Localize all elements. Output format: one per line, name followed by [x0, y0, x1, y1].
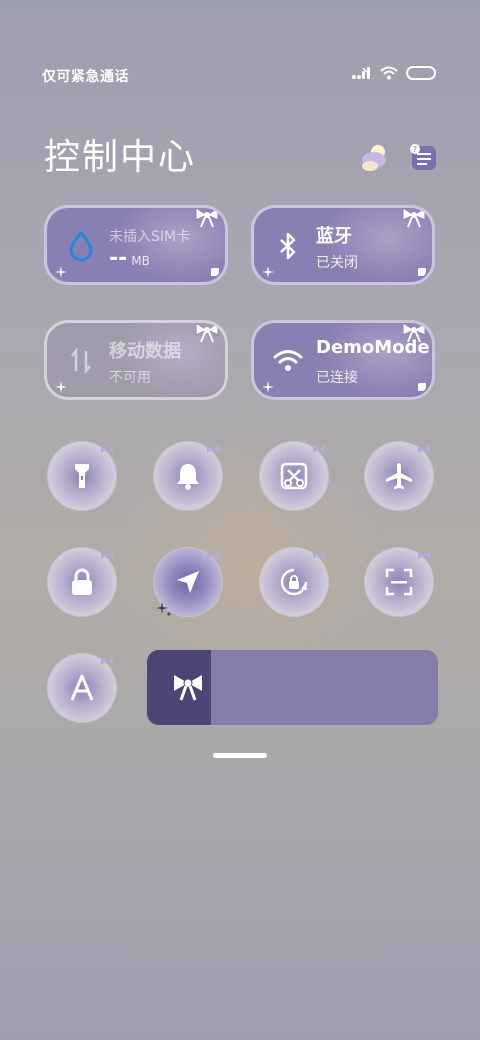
flashlight-toggle[interactable] — [48, 442, 116, 510]
mini-bow-icon — [207, 551, 219, 559]
airplane-icon — [386, 463, 412, 489]
bell-icon — [177, 464, 199, 490]
sparkle-icon — [262, 381, 274, 393]
scan-icon — [385, 568, 413, 596]
bell-toggle[interactable] — [154, 442, 222, 510]
screenshot-toggle[interactable] — [260, 442, 328, 510]
mini-bow-icon — [313, 551, 325, 559]
bluetooth-icon — [280, 232, 296, 260]
lock-icon — [72, 568, 92, 595]
mobile-data-tile[interactable]: 移动数据 不可用 — [44, 320, 228, 400]
mobile-data-status: 不可用 — [109, 370, 151, 386]
tile-corner-mark — [211, 268, 219, 276]
weather-cloud-icon[interactable] — [358, 140, 392, 174]
font-a-icon — [70, 674, 94, 701]
svg-text:?: ? — [413, 145, 417, 154]
bluetooth-tile[interactable]: 蓝牙 已关闭 — [251, 205, 435, 285]
mini-bow-icon — [207, 445, 219, 453]
wifi-status: 已连接 — [316, 370, 358, 386]
mini-bow-icon — [313, 445, 325, 453]
location-toggle[interactable] — [154, 548, 222, 617]
mini-bow-icon — [101, 445, 113, 453]
wifi-tile[interactable]: DemoMode 已连接 — [251, 320, 435, 400]
tile-corner-mark — [418, 383, 426, 391]
bluetooth-status: 已关闭 — [316, 255, 358, 271]
rotation-lock-icon — [280, 568, 308, 596]
mini-bow-icon — [418, 551, 430, 559]
settings-note-icon[interactable]: ? — [406, 140, 440, 174]
status-icons — [352, 66, 436, 80]
bow-decoration-icon — [402, 208, 426, 228]
mini-bow-icon — [418, 445, 430, 453]
brightness-slider[interactable] — [147, 650, 438, 725]
wifi-status-icon — [380, 66, 398, 80]
sparkle-icon — [262, 266, 274, 278]
wifi-icon — [273, 350, 303, 371]
bow-decoration-icon — [402, 323, 426, 343]
rotation-lock-toggle[interactable] — [260, 548, 328, 616]
sparkle-icon — [156, 602, 172, 617]
drag-handle[interactable] — [213, 753, 267, 758]
bow-icon — [174, 675, 202, 701]
data-tile-label: 未插入SIM卡 — [109, 229, 191, 245]
data-tile-value: -- MB — [109, 246, 150, 271]
scanner-toggle[interactable] — [365, 548, 433, 616]
font-toggle[interactable] — [48, 654, 116, 722]
mini-bow-icon — [101, 551, 113, 559]
water-drop-icon — [69, 230, 93, 262]
scissors-icon — [280, 462, 308, 490]
location-arrow-icon — [177, 571, 199, 593]
page-title: 控制中心 — [44, 137, 197, 178]
status-bar: 仅可紧急通话 — [0, 64, 480, 88]
signal-icon — [352, 67, 371, 79]
sparkle-icon — [55, 266, 67, 278]
sparkle-icon — [55, 381, 67, 393]
data-arrows-icon — [71, 347, 91, 375]
tile-corner-mark — [418, 268, 426, 276]
bow-decoration-icon — [195, 208, 219, 228]
carrier-text: 仅可紧急通话 — [42, 69, 129, 85]
flashlight-icon — [75, 464, 89, 488]
mini-bow-icon — [101, 657, 113, 665]
data-usage-tile[interactable]: 未插入SIM卡 -- MB — [44, 205, 228, 285]
airplane-toggle[interactable] — [365, 442, 433, 510]
battery-icon — [406, 66, 436, 80]
data-tile-unit: MB — [131, 254, 150, 268]
bow-decoration-icon — [195, 323, 219, 343]
lock-toggle[interactable] — [48, 548, 116, 616]
